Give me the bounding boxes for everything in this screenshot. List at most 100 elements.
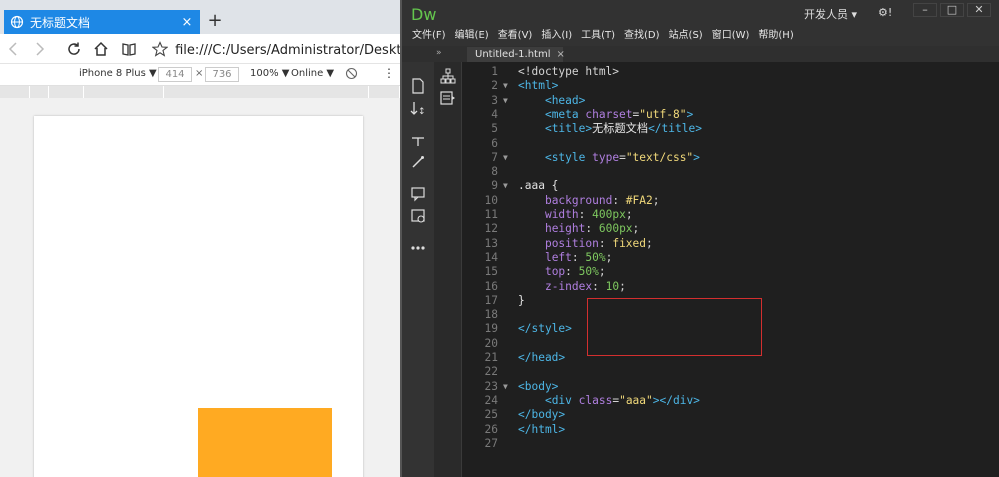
line-number: 9 [491, 179, 498, 193]
code-token: type [592, 150, 620, 164]
code-line[interactable]: 4 <meta charset="utf-8"> [462, 108, 999, 122]
menu-help[interactable]: 帮助(H) [758, 28, 793, 46]
dom-tree-icon[interactable] [440, 68, 456, 84]
highlight-annotation-box [587, 298, 762, 356]
code-navigator-icon[interactable] [440, 90, 456, 106]
maximize-button[interactable]: □ [940, 3, 964, 17]
browser-tab[interactable]: 无标题文档 × [4, 10, 200, 34]
fold-arrow-icon[interactable]: ▼ [503, 380, 513, 394]
code-editor[interactable]: 1 <!doctype html> 2 ▼ <html> 3 ▼ <head> 4 <meta… [462, 62, 999, 477]
code-token: <head> [544, 93, 586, 107]
menu-site[interactable]: 站点(S) [669, 28, 703, 46]
dw-left-toolbar: ↕ [402, 62, 434, 477]
code-line[interactable]: 11 width: 400px; [462, 208, 999, 222]
code-line[interactable]: 6 [462, 137, 999, 151]
code-line[interactable]: 12 height: 600px; [462, 222, 999, 236]
line-number: 4 [491, 107, 498, 121]
code-line[interactable]: 5 <title>无标题文档</title> [462, 122, 999, 136]
code-token: <!doctype html> [518, 65, 620, 78]
zoom-select[interactable]: 100% ▼ [250, 68, 289, 79]
new-tab-button[interactable]: + [205, 10, 225, 34]
line-number: 26 [484, 422, 498, 436]
close-window-button[interactable]: ✕ [967, 3, 991, 17]
menu-edit[interactable]: 编辑(E) [455, 28, 489, 46]
device-toolbar: iPhone 8 Plus ▼ 414 × 736 100% ▼ Online … [0, 64, 400, 86]
viewport-width-input[interactable]: 414 [158, 67, 192, 82]
code-line[interactable]: 15 top: 50%; [462, 265, 999, 279]
favorite-star-icon[interactable] [150, 38, 172, 60]
forward-icon[interactable] [30, 38, 52, 60]
code-line[interactable]: 13 position: fixed; [462, 237, 999, 251]
rotate-icon[interactable] [345, 67, 358, 83]
code-line[interactable]: 22 [462, 365, 999, 379]
line-number: 3 [491, 93, 498, 107]
code-line[interactable]: 1 <!doctype html> [462, 65, 999, 79]
menu-find[interactable]: 查找(D) [624, 28, 660, 46]
menu-tools[interactable]: 工具(T) [581, 28, 615, 46]
document-tab-close-icon[interactable]: × [556, 49, 564, 60]
comment-icon[interactable] [410, 186, 426, 202]
network-throttle-select[interactable]: Online ▼ [291, 68, 334, 79]
code-line[interactable]: 7 ▼ <style type="text/css"> [462, 151, 999, 165]
new-document-icon[interactable] [410, 78, 426, 94]
media-query-ruler [0, 86, 400, 98]
reading-view-icon[interactable] [118, 38, 140, 60]
viewport-height-input[interactable]: 736 [205, 67, 239, 82]
code-line[interactable]: 26 </html> [462, 423, 999, 437]
document-tab[interactable]: Untitled-1.html × [467, 47, 565, 62]
code-line[interactable]: 2 ▼ <html> [462, 79, 999, 93]
menu-insert[interactable]: 插入(I) [541, 28, 572, 46]
menu-view[interactable]: 查看(V) [498, 28, 533, 46]
reload-icon[interactable] [63, 38, 85, 60]
fold-arrow-icon[interactable]: ▼ [503, 151, 513, 165]
line-number: 17 [484, 293, 498, 307]
code-line[interactable]: 27 [462, 437, 999, 451]
code-line[interactable]: 23 ▼ <body> [462, 380, 999, 394]
minimize-button[interactable]: – [913, 3, 937, 17]
code-token: <title> [544, 122, 593, 136]
code-text: <div class="aaa"></div> [518, 394, 700, 408]
fold-arrow-icon[interactable]: ▼ [503, 179, 513, 193]
back-icon[interactable] [2, 38, 24, 60]
device-select[interactable]: iPhone 8 Plus ▼ [79, 68, 157, 79]
code-token: : [565, 265, 579, 279]
code-line[interactable]: 14 left: 50%; [462, 251, 999, 265]
code-token: : [612, 193, 626, 207]
code-line[interactable]: 10 background: #FA2; [462, 194, 999, 208]
menu-window[interactable]: 窗口(W) [712, 28, 750, 46]
menu-file[interactable]: 文件(F) [412, 28, 446, 46]
collapse-panel-icon[interactable]: » [436, 48, 442, 58]
address-bar[interactable]: file:///C:/Users/Administrator/Desktop/新… [175, 39, 400, 58]
workspace-switcher[interactable]: 开发人员 ▾ [804, 6, 857, 22]
code-line[interactable]: 9 ▼ .aaa { [462, 179, 999, 193]
sort-icon[interactable]: ↕ [410, 100, 426, 116]
fold-arrow-icon[interactable]: ▼ [503, 79, 513, 93]
code-token: </head> [518, 351, 566, 364]
code-token: .aaa { [518, 179, 559, 193]
code-token: class [578, 393, 613, 407]
code-token: position [544, 236, 599, 250]
more-tools-icon[interactable] [410, 240, 426, 256]
code-text: </html> [518, 423, 565, 437]
settings-gear-icon[interactable]: ⚙! [878, 6, 892, 19]
code-token: > [686, 107, 694, 121]
fold-arrow-icon[interactable]: ▼ [503, 94, 513, 108]
code-line[interactable]: 16 z-index: 10; [462, 280, 999, 294]
tab-close-icon[interactable]: × [180, 15, 194, 30]
more-options-icon[interactable]: ⋮ [383, 66, 395, 80]
code-line[interactable]: 3 ▼ <head> [462, 94, 999, 108]
home-icon[interactable] [91, 38, 113, 60]
code-line[interactable]: 8 [462, 165, 999, 179]
snippet-icon[interactable] [410, 208, 426, 224]
code-token: ; [632, 222, 640, 236]
code-line[interactable]: 25 </body> [462, 408, 999, 422]
line-number: 13 [484, 236, 498, 250]
code-line[interactable]: 24 <div class="aaa"></div> [462, 394, 999, 408]
code-text: <head> [518, 94, 585, 108]
pin-icon[interactable] [410, 132, 426, 148]
line-number: 18 [484, 308, 498, 322]
code-text: <html> [518, 79, 558, 93]
emulated-viewport-area [0, 98, 400, 477]
brush-icon[interactable] [410, 154, 426, 170]
